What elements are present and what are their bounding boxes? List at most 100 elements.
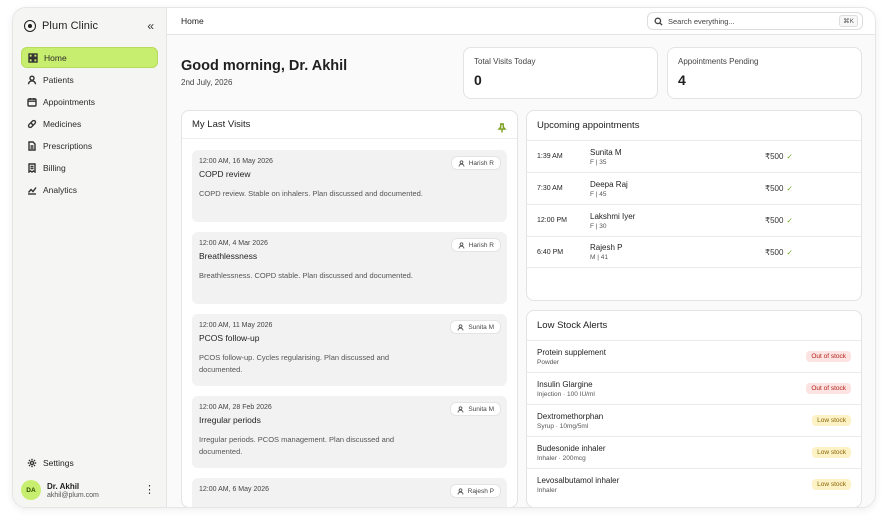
doctor-chip: Sunita M bbox=[450, 402, 501, 416]
appointment-fee: ₹500 ✓ bbox=[765, 248, 793, 257]
user-icon bbox=[457, 323, 464, 330]
fee-value: ₹500 bbox=[765, 152, 784, 161]
user-icon bbox=[457, 405, 464, 412]
sidebar: Plum Clinic « Home Patients Appointments… bbox=[13, 8, 167, 507]
more-vertical-icon[interactable]: ⋮ bbox=[144, 484, 158, 496]
sidebar-item-medicines[interactable]: Medicines bbox=[21, 113, 158, 134]
user-icon bbox=[458, 241, 465, 248]
status-badge: Out of stock bbox=[806, 351, 851, 362]
chart-icon bbox=[27, 185, 37, 195]
search-box[interactable]: ⌘K bbox=[647, 12, 863, 30]
patient-name: Deepa Raj bbox=[590, 179, 628, 189]
main-content: Home ⌘K Good morning, Dr. Akhil 2nd July… bbox=[167, 8, 875, 507]
sidebar-item-label: Analytics bbox=[43, 184, 78, 195]
appointment-time: 6:40 PM bbox=[537, 248, 564, 256]
fee-value: ₹500 bbox=[765, 247, 784, 257]
user-icon bbox=[27, 75, 37, 85]
medicine-name: Levosalbutamol inhaler bbox=[537, 475, 620, 485]
appointment-row[interactable]: 7:30 AM Deepa Raj F | 45 ₹500 ✓ bbox=[527, 172, 861, 204]
visit-item[interactable]: 12:00 AM, 28 Feb 2026 Irregular periods … bbox=[192, 396, 507, 468]
status-badge: Low stock bbox=[812, 447, 851, 458]
settings-label: Settings bbox=[43, 458, 74, 468]
sidebar-item-label: Billing bbox=[43, 162, 66, 173]
visit-item[interactable]: 12:00 AM, 4 Mar 2026 Breathlessness Brea… bbox=[192, 232, 507, 304]
sidebar-item-home[interactable]: Home bbox=[21, 47, 158, 68]
user-profile[interactable]: DA Dr. Akhil akhil@plum.com ⋮ bbox=[21, 478, 158, 502]
patient-name: Rajesh P bbox=[590, 243, 623, 252]
patient-meta: F | 30 bbox=[590, 222, 607, 230]
appointment-time: 7:30 AM bbox=[537, 185, 563, 192]
stat-value: 0 bbox=[474, 72, 482, 88]
patient-meta: M | 41 bbox=[590, 254, 608, 261]
grid-icon bbox=[28, 52, 38, 63]
stock-row[interactable]: Budesonide inhaler Inhaler · 200mcg Low s… bbox=[527, 436, 861, 468]
search-shortcut: ⌘K bbox=[839, 15, 858, 27]
sidebar-item-label: Appointments bbox=[43, 96, 95, 107]
medicine-name: Insulin Glargine bbox=[537, 379, 593, 389]
stock-row[interactable]: Insulin Glargine Injection · 100 IU/ml Ou… bbox=[527, 372, 861, 404]
search-input[interactable] bbox=[668, 16, 828, 26]
sidebar-item-analytics[interactable]: Analytics bbox=[21, 179, 158, 200]
pill-icon bbox=[27, 119, 37, 129]
sidebar-item-patients[interactable]: Patients bbox=[21, 69, 158, 90]
medicine-form: Inhaler · 200mcg bbox=[537, 454, 586, 462]
stat-appointments-pending: Appointments Pending 4 bbox=[667, 47, 862, 99]
sidebar-item-appointments[interactable]: Appointments bbox=[21, 91, 158, 112]
sidebar-item-billing[interactable]: Billing bbox=[21, 157, 158, 178]
stat-total-visits: Total Visits Today 0 bbox=[463, 47, 658, 99]
check-icon: ✓ bbox=[786, 184, 793, 193]
breadcrumb: Home bbox=[181, 16, 204, 26]
sidebar-nav: Home Patients Appointments Medicines Pre… bbox=[21, 47, 158, 201]
appointment-fee: ₹500 ✓ bbox=[765, 152, 793, 161]
visit-item[interactable]: 12:00 AM, 16 May 2026 COPD review COPD r… bbox=[192, 150, 507, 222]
search-icon bbox=[654, 16, 663, 26]
medicine-form: Inhaler bbox=[537, 486, 557, 494]
medicine-form: Syrup · 10mg/5ml bbox=[537, 422, 589, 430]
appointment-time: 12:00 PM bbox=[537, 217, 567, 224]
top-bar: Home ⌘K bbox=[167, 8, 875, 35]
check-icon: ✓ bbox=[786, 247, 793, 257]
appointment-row[interactable]: 1:39 AM Sunita MF | 35 ₹500 ✓ bbox=[527, 140, 861, 172]
low-stock-card: Low Stock Alerts Protein supplement Powde… bbox=[526, 310, 862, 507]
user-icon bbox=[458, 159, 465, 166]
doctor-name: Rajesh P bbox=[467, 487, 494, 495]
stat-value: 4 bbox=[678, 72, 686, 88]
medicine-name: Dextromethorphan bbox=[537, 411, 604, 421]
doctor-chip: Rajesh P bbox=[449, 484, 501, 498]
last-visits-card: My Last Visits 12:00 AM, 16 May 2026 COP… bbox=[181, 110, 518, 507]
appointment-row[interactable]: 6:40 PM Rajesh P M | 41 ₹500 ✓ bbox=[527, 236, 861, 268]
card-title: Upcoming appointments bbox=[537, 120, 640, 131]
card-title: My Last Visits bbox=[192, 119, 251, 130]
visit-note: COPD review. Stable on inhalers. Plan di… bbox=[199, 189, 423, 198]
collapse-sidebar-icon[interactable]: « bbox=[147, 19, 154, 33]
visit-item[interactable]: 12:00 AM, 11 May 2026 PCOS follow-up PCO… bbox=[192, 314, 507, 386]
gear-icon bbox=[27, 458, 37, 468]
appointment-row[interactable]: 12:00 PM Lakshmi Iyer F | 30 ₹500 ✓ bbox=[527, 204, 861, 236]
pin-icon[interactable] bbox=[497, 120, 507, 132]
appointment-fee: ₹500 ✓ bbox=[765, 216, 793, 225]
doctor-chip: Harish R bbox=[450, 156, 501, 170]
status-badge: Low stock bbox=[812, 479, 851, 490]
medicine-name: Protein supplement bbox=[537, 347, 606, 357]
stock-row[interactable]: Dextromethorphan Syrup · 10mg/5ml Low sto… bbox=[527, 404, 861, 436]
visit-title: COPD review bbox=[199, 169, 251, 179]
brand: Plum Clinic « bbox=[24, 18, 154, 34]
calendar-icon bbox=[27, 97, 37, 107]
user-icon bbox=[457, 487, 464, 494]
plum-logo-icon bbox=[24, 20, 36, 32]
user-name: Dr. Akhil bbox=[47, 481, 80, 491]
status-badge: Low stock bbox=[812, 415, 851, 426]
doctor-name: Sunita M bbox=[468, 323, 494, 331]
medicine-name: Budesonide inhaler bbox=[537, 443, 606, 453]
sidebar-item-label: Home bbox=[44, 52, 67, 63]
patient-name: Sunita M bbox=[590, 147, 622, 157]
visit-item[interactable]: 12:00 AM, 6 May 2026 Rajesh P bbox=[192, 478, 507, 507]
stock-row[interactable]: Protein supplement Powder Out of stock bbox=[527, 340, 861, 372]
sidebar-item-prescriptions[interactable]: Prescriptions bbox=[21, 135, 158, 156]
card-title: Low Stock Alerts bbox=[537, 320, 608, 331]
medicine-form: Injection · 100 IU/ml bbox=[537, 390, 595, 398]
settings-link[interactable]: Settings bbox=[27, 458, 74, 468]
visit-note: Irregular periods. PCOS management. Plan… bbox=[199, 435, 395, 456]
stock-row[interactable]: Levosalbutamol inhaler Inhaler Low stock bbox=[527, 468, 861, 500]
page-title: Good morning, Dr. Akhil bbox=[181, 58, 348, 74]
